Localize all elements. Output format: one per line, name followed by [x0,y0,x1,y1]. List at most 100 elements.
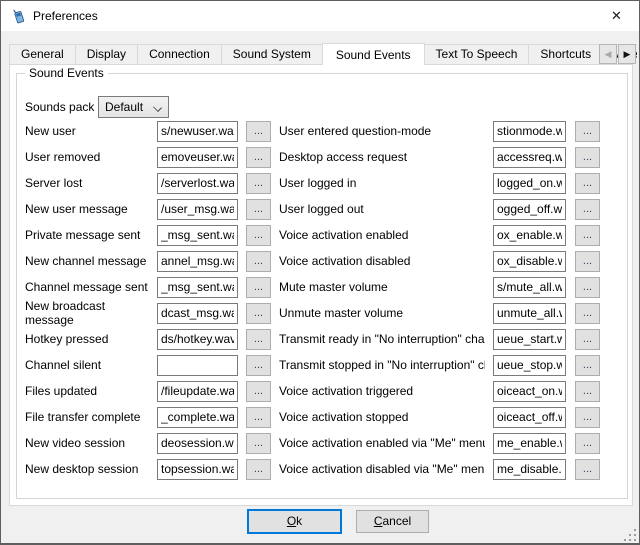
browse-button[interactable]: ... [246,225,271,246]
sound-event-row: Hotkey pressed...Transmit ready in "No i… [17,326,629,352]
sound-file-input-r[interactable] [493,407,566,428]
browse-button[interactable]: ... [246,303,271,324]
sound-event-row: File transfer complete... Voice activatio… [17,404,629,430]
tab-connection[interactable]: Connection [137,44,222,64]
sound-event-row: Server lost... User logged in... [17,170,629,196]
sound-event-row: Files updated...Voice activation trigger… [17,378,629,404]
sound-file-input-l[interactable] [157,173,238,194]
sound-file-input-r[interactable] [493,251,566,272]
sound-events-tab-page: Sound Events Sounds pack Default New use… [9,64,633,506]
tab-shortcuts[interactable]: Shortcuts [528,44,603,64]
close-icon: ✕ [611,8,622,24]
resize-grip[interactable] [623,528,636,541]
browse-button[interactable]: ... [575,121,600,142]
sound-event-row: New video session...Voice activation ena… [17,430,629,456]
sound-file-input-r[interactable] [493,277,566,298]
sound-file-input-r[interactable] [493,303,566,324]
sound-event-label: User logged in [279,176,485,190]
browse-button[interactable]: ... [575,225,600,246]
browse-button[interactable]: ... [246,199,271,220]
browse-button[interactable]: ... [246,173,271,194]
sound-file-input-l[interactable] [157,121,238,142]
tab-text-to-speech[interactable]: Text To Speech [424,44,530,64]
browse-button[interactable]: ... [575,381,600,402]
sound-file-input-r[interactable] [493,225,566,246]
sound-event-label: Voice activation enabled via "Me" menu [279,436,485,450]
browse-button[interactable]: ... [575,173,600,194]
sound-file-input-l[interactable] [157,329,238,350]
browse-button[interactable]: ... [575,251,600,272]
sound-file-input-r[interactable] [493,433,566,454]
browse-button[interactable]: ... [575,303,600,324]
sound-event-rows: New user...User entered question-mode...… [17,118,629,482]
sound-event-label: Voice activation stopped [279,410,485,424]
close-button[interactable]: ✕ [594,1,639,30]
browse-button[interactable]: ... [575,407,600,428]
sound-event-label: New channel message [25,254,157,268]
sound-event-label: Transmit ready in "No interruption" chan… [279,332,485,346]
browse-button[interactable]: ... [575,355,600,376]
sound-file-input-r[interactable] [493,381,566,402]
tab-sound-system[interactable]: Sound System [221,44,323,64]
browse-button[interactable]: ... [246,277,271,298]
sound-event-label: New user message [25,202,157,216]
browse-button[interactable]: ... [246,329,271,350]
sound-file-input-r[interactable] [493,459,566,480]
ok-button[interactable]: Ok [247,509,342,534]
sound-file-input-l[interactable] [157,225,238,246]
sound-file-input-l[interactable] [157,251,238,272]
browse-button[interactable]: ... [246,251,271,272]
browse-button[interactable]: ... [575,433,600,454]
sound-event-row: New channel message... Voice activation d… [17,248,629,274]
sound-event-label: Voice activation disabled via "Me" menu [279,462,485,476]
tab-display[interactable]: Display [75,44,138,64]
browse-button[interactable]: ... [246,355,271,376]
ok-label-initial: O [287,514,296,528]
browse-button[interactable]: ... [575,459,600,480]
sound-event-row: New broadcast message...Unmute master vo… [17,300,629,326]
sound-event-label: Server lost [25,176,157,190]
preferences-dialog: Preferences ✕ GeneralDisplayConnectionSo… [0,0,640,545]
tab-general[interactable]: General [9,44,76,64]
sound-file-input-r[interactable] [493,355,566,376]
browse-button[interactable]: ... [575,277,600,298]
sound-file-input-r[interactable] [493,147,566,168]
cancel-button[interactable]: Cancel [356,510,429,533]
sounds-pack-select[interactable]: Default [98,96,169,118]
sound-file-input-l[interactable] [157,407,238,428]
ok-label-rest: k [296,514,302,528]
browse-button[interactable]: ... [246,407,271,428]
sound-file-input-l[interactable] [157,147,238,168]
sound-file-input-l[interactable] [157,199,238,220]
sound-file-input-r[interactable] [493,329,566,350]
browse-button[interactable]: ... [575,199,600,220]
sound-file-input-l[interactable] [157,459,238,480]
tab-scroll-right-button[interactable]: ▶ [618,44,636,64]
tab-sound-events[interactable]: Sound Events [322,43,425,65]
sound-file-input-l[interactable] [157,277,238,298]
sound-file-input-r[interactable] [493,173,566,194]
sound-file-input-l[interactable] [157,433,238,454]
sound-file-input-l[interactable] [157,381,238,402]
sound-event-label: Voice activation triggered [279,384,485,398]
sound-file-input-r[interactable] [493,199,566,220]
browse-button[interactable]: ... [246,433,271,454]
sound-event-row: New user...User entered question-mode... [17,118,629,144]
sound-event-label: Voice activation disabled [279,254,485,268]
sounds-pack-row: Sounds pack Default [25,96,169,118]
sound-file-input-l[interactable] [157,355,238,376]
arrow-right-icon: ▶ [624,49,631,60]
sound-file-input-r[interactable] [493,121,566,142]
browse-button[interactable]: ... [246,459,271,480]
browse-button[interactable]: ... [246,121,271,142]
browse-button[interactable]: ... [575,147,600,168]
browse-button[interactable]: ... [575,329,600,350]
sound-file-input-l[interactable] [157,303,238,324]
tab-strip: GeneralDisplayConnectionSound SystemSoun… [9,42,637,65]
browse-button[interactable]: ... [246,381,271,402]
sound-event-label: Mute master volume [279,280,485,294]
tab-scroll-left-button[interactable]: ◀ [599,44,617,64]
sound-event-label: File transfer complete [25,410,157,424]
browse-button[interactable]: ... [246,147,271,168]
cancel-label-rest: ancel [382,514,411,528]
